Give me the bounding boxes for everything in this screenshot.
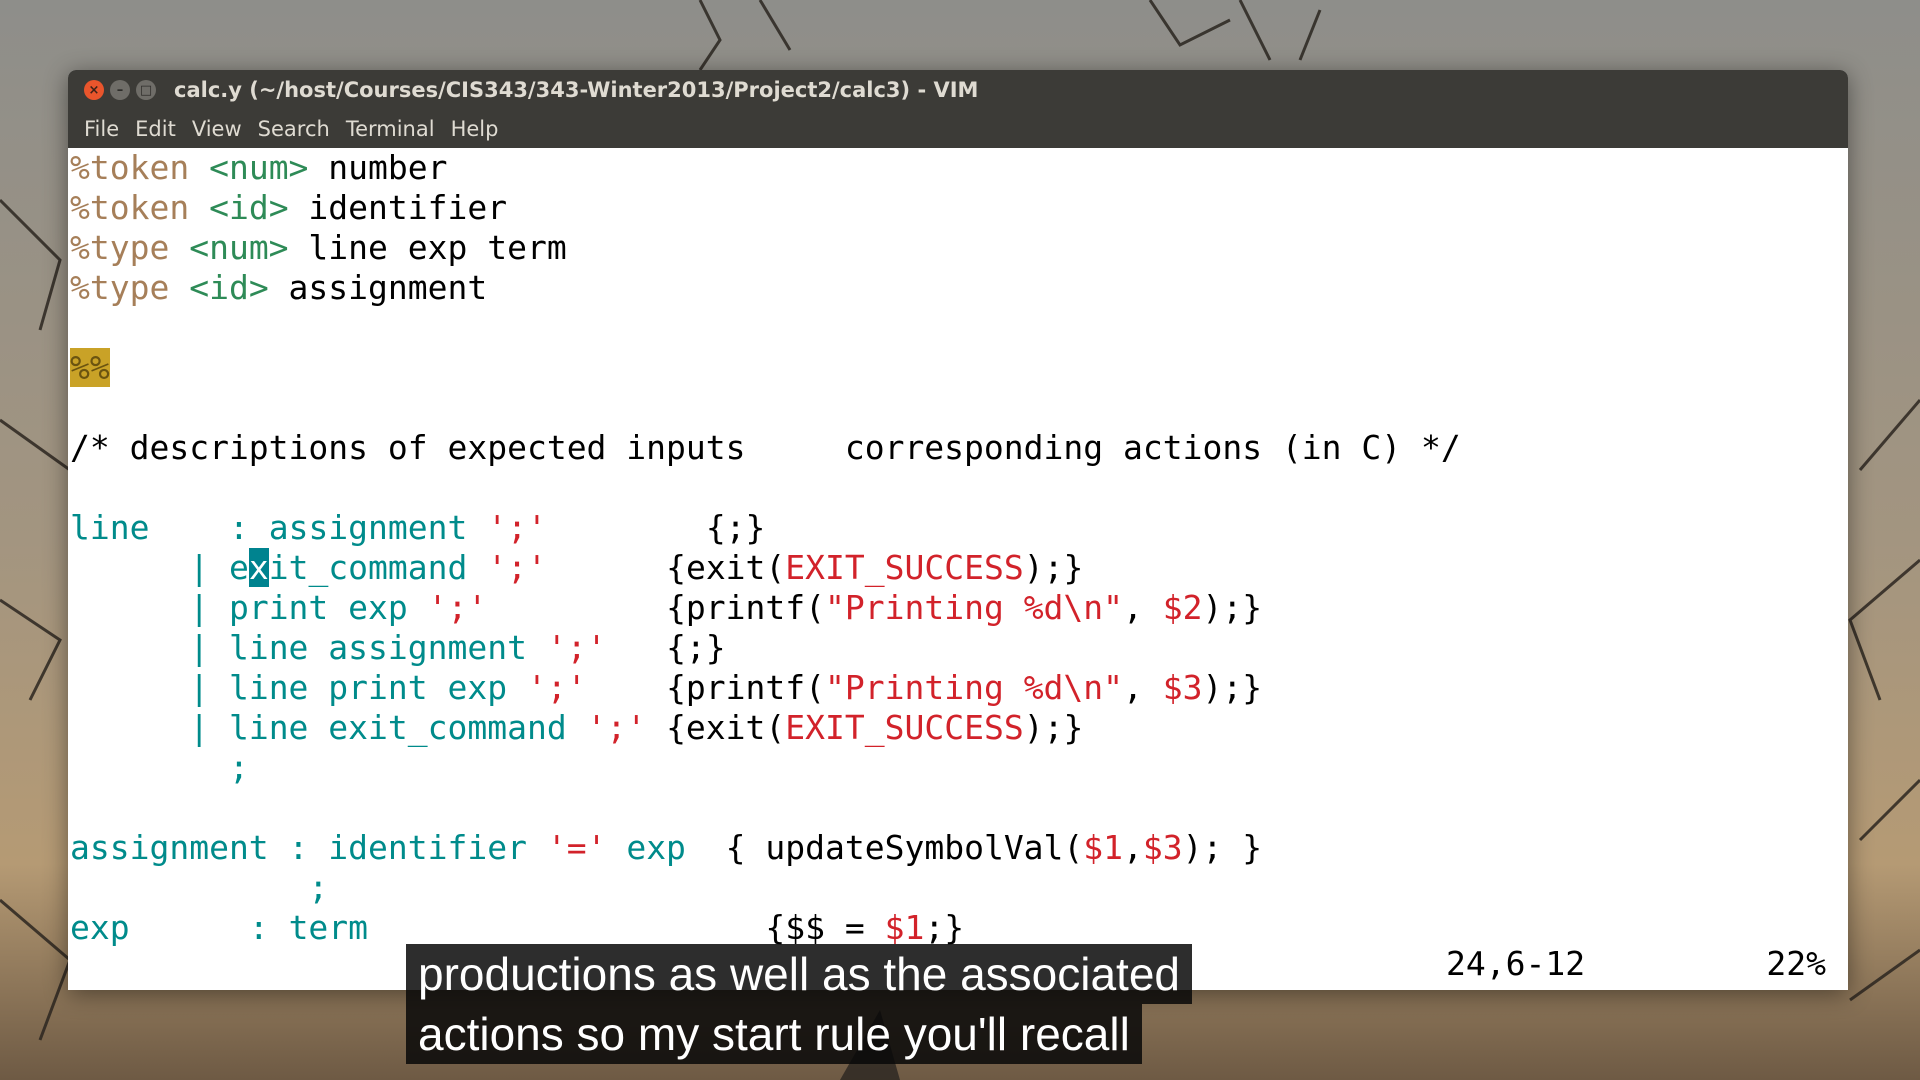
menu-search[interactable]: Search [250, 117, 338, 141]
minimize-icon[interactable]: – [110, 80, 130, 100]
code-line: | line exit_command ';' {exit(EXIT_SUCCE… [70, 708, 1084, 747]
vim-terminal-window[interactable]: × – □ calc.y (~/host/Courses/CIS343/343-… [68, 70, 1848, 990]
code-line: line : assignment ';' {;} [70, 508, 766, 547]
code-line: | exit_command ';' {exit(EXIT_SUCCESS);} [70, 548, 1084, 587]
code-line: exp : term {$$ = $1;} [70, 908, 965, 947]
text-cursor: x [248, 548, 269, 587]
caption-line-1: productions as well as the associated [406, 944, 1192, 1004]
window-title: calc.y (~/host/Courses/CIS343/343-Winter… [174, 78, 979, 102]
code-line: ; [70, 748, 249, 787]
menu-file[interactable]: File [76, 117, 127, 141]
code-editor[interactable]: %token <num> number %token <id> identifi… [68, 148, 1848, 990]
menu-help[interactable]: Help [443, 117, 507, 141]
code-comment: /* descriptions of expected inputs corre… [70, 428, 1461, 467]
section-separator: %% [70, 348, 110, 387]
title-bar[interactable]: × – □ calc.y (~/host/Courses/CIS343/343-… [68, 70, 1848, 110]
caption-line-2: actions so my start rule you'll recall [406, 1004, 1142, 1064]
maximize-icon[interactable]: □ [136, 80, 156, 100]
code-line: ; [70, 868, 329, 907]
code-line: %token <num> number [70, 148, 448, 187]
code-line: %type <num> line exp term [70, 228, 567, 267]
menu-view[interactable]: View [184, 117, 250, 141]
scroll-percent: 22% [1766, 944, 1826, 983]
code-line: %token <id> identifier [70, 188, 508, 227]
close-icon[interactable]: × [84, 80, 104, 100]
window-controls: × – □ [84, 80, 156, 100]
video-caption: productions as well as the associated ac… [406, 944, 1192, 1064]
menu-bar: File Edit View Search Terminal Help [68, 110, 1848, 148]
menu-terminal[interactable]: Terminal [338, 117, 443, 141]
code-line: | line assignment ';' {;} [70, 628, 726, 667]
code-line: | print exp ';' {printf("Printing %d\n",… [70, 588, 1263, 627]
code-line: assignment : identifier '=' exp { update… [70, 828, 1263, 867]
menu-edit[interactable]: Edit [127, 117, 184, 141]
code-line: | line print exp ';' {printf("Printing %… [70, 668, 1263, 707]
code-line: %type <id> assignment [70, 268, 488, 307]
cursor-position: 24,6-12 [1446, 944, 1586, 983]
